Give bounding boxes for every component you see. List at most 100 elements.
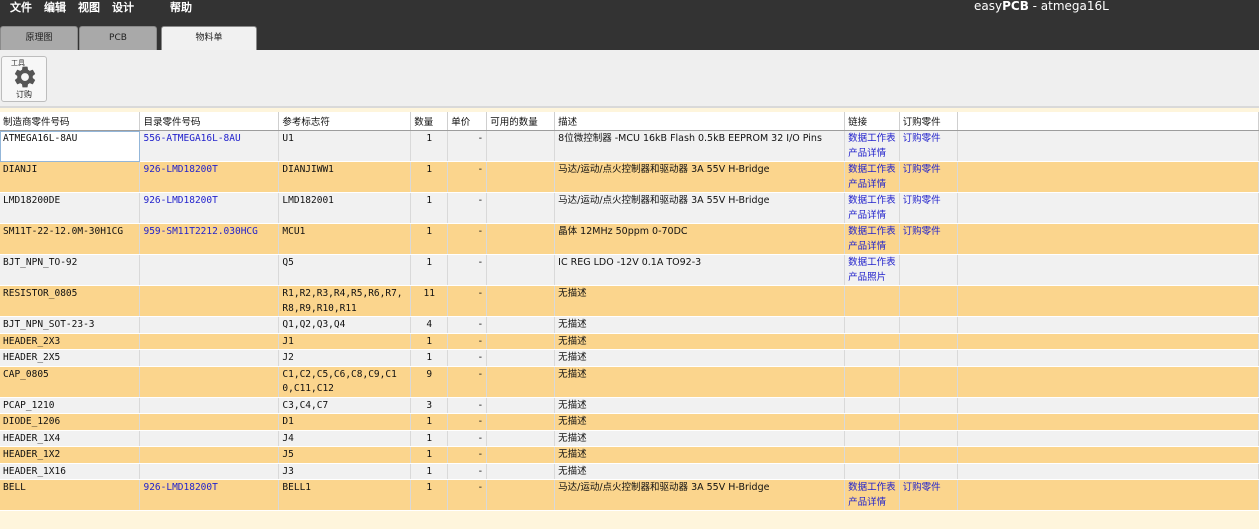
- table-row[interactable]: SM11T-22-12.0M-30H1CG 959-SM11T2212.030HC…: [0, 223, 1259, 255]
- catalog-part-link[interactable]: 556-ATMEGA16L-8AU: [143, 133, 240, 144]
- menu-edit[interactable]: 编辑: [38, 0, 72, 16]
- datasheet-link[interactable]: 数据工作表: [848, 256, 896, 271]
- toolbar: 工具 订购: [0, 50, 1259, 108]
- table-row[interactable]: HEADER_2X3 J1 1- 无描述: [0, 333, 1259, 350]
- column-header[interactable]: 订购零件: [899, 112, 958, 131]
- cell-manufacturer-part[interactable]: LMD18200DE: [0, 192, 141, 224]
- datasheet-link[interactable]: 数据工作表: [848, 481, 896, 496]
- table-row[interactable]: LMD18200DE 926-LMD18200T LMD182001 1- 马达/运动/…: [0, 192, 1259, 224]
- table-row[interactable]: ATMEGA16L-8AU 556-ATMEGA16L-8AU U1 1- 8位微控制器…: [0, 130, 1259, 162]
- cell-description: 无描述: [554, 349, 846, 367]
- cell-quantity: 1: [410, 161, 449, 193]
- tab-schematic[interactable]: 原理图: [0, 26, 78, 50]
- datasheet-link[interactable]: 数据工作表: [848, 225, 896, 240]
- cell-available-qty: [486, 285, 556, 317]
- table-row[interactable]: HEADER_1X16 J3 1- 无描述: [0, 463, 1259, 480]
- order-part-link[interactable]: 订购零件: [903, 195, 941, 206]
- cell-available-qty: [486, 479, 556, 511]
- cell-order-part: [899, 463, 958, 480]
- column-header[interactable]: 参考标志符: [278, 112, 412, 131]
- cell-manufacturer-part[interactable]: ATMEGA16L-8AU: [0, 130, 141, 162]
- tab-pcb[interactable]: PCB: [79, 26, 157, 50]
- cell-links: [844, 285, 900, 317]
- cell-description: 无描述: [554, 397, 846, 414]
- cell-manufacturer-part[interactable]: CAP_0805: [0, 366, 141, 398]
- cell-unit-price: -: [447, 333, 488, 350]
- cell-order-part: [899, 397, 958, 414]
- cell-description: 无描述: [554, 366, 846, 398]
- cell-manufacturer-part[interactable]: BELL: [0, 479, 141, 511]
- column-header[interactable]: 目录零件号码: [139, 112, 280, 131]
- datasheet-link[interactable]: 数据工作表: [848, 132, 896, 147]
- cell-description: 无描述: [554, 463, 846, 480]
- cell-manufacturer-part[interactable]: HEADER_2X5: [0, 349, 141, 367]
- cell-catalog-part: [139, 349, 280, 367]
- column-header[interactable]: 描述: [554, 112, 846, 131]
- column-header[interactable]: 可用的数量: [486, 112, 556, 131]
- cell-quantity: 1: [410, 254, 449, 286]
- cell-catalog-part: [139, 366, 280, 398]
- cell-reference-designator: J1: [278, 333, 412, 350]
- cell-catalog-part: [139, 463, 280, 480]
- cell-manufacturer-part[interactable]: DIANJI: [0, 161, 141, 193]
- tab-bom[interactable]: 物料单: [161, 26, 257, 50]
- column-header[interactable]: 链接: [844, 112, 900, 131]
- cell-available-qty: [486, 161, 556, 193]
- cell-manufacturer-part[interactable]: BJT_NPN_TO-92: [0, 254, 141, 286]
- cell-catalog-part: [139, 397, 280, 414]
- cell-manufacturer-part[interactable]: HEADER_2X3: [0, 333, 141, 350]
- table-row[interactable]: HEADER_1X4 J4 1- 无描述: [0, 430, 1259, 447]
- cell-manufacturer-part[interactable]: PCAP_1210: [0, 397, 141, 414]
- table-row[interactable]: HEADER_1X2 J5 1- 无描述: [0, 446, 1259, 464]
- catalog-part-link[interactable]: 926-LMD18200T: [143, 482, 217, 493]
- column-header[interactable]: 单价: [447, 112, 488, 131]
- cell-catalog-part: [139, 254, 280, 286]
- order-part-link[interactable]: 订购零件: [903, 133, 941, 144]
- table-row[interactable]: HEADER_2X5 J2 1- 无描述: [0, 349, 1259, 367]
- order-button[interactable]: 工具 订购: [1, 56, 47, 102]
- product-detail-link[interactable]: 产品详情: [848, 209, 896, 223]
- product-detail-link[interactable]: 产品详情: [848, 178, 896, 192]
- column-header[interactable]: 制造商零件号码: [0, 112, 141, 131]
- cell-catalog-part: 926-LMD18200T: [139, 479, 280, 511]
- cell-quantity: 1: [410, 479, 449, 511]
- menu-view[interactable]: 视图: [72, 0, 106, 16]
- cell-filler: [957, 254, 1259, 286]
- cell-manufacturer-part[interactable]: SM11T-22-12.0M-30H1CG: [0, 223, 141, 255]
- product-detail-link[interactable]: 产品详情: [848, 240, 896, 254]
- cell-description: 马达/运动/点火控制器和驱动器 3A 55V H-Bridge: [554, 479, 846, 511]
- menu-help[interactable]: 帮助: [164, 0, 198, 16]
- cell-description: 马达/运动/点火控制器和驱动器 3A 55V H-Bridge: [554, 161, 846, 193]
- product-detail-link[interactable]: 产品照片: [848, 271, 896, 285]
- catalog-part-link[interactable]: 926-LMD18200T: [143, 164, 217, 175]
- table-row[interactable]: CAP_0805 C1,C2,C5,C6,C8,C9,C10,C11,C12 9- 无…: [0, 366, 1259, 398]
- cell-manufacturer-part[interactable]: HEADER_1X16: [0, 463, 141, 480]
- catalog-part-link[interactable]: 959-SM11T2212.030HCG: [143, 226, 257, 237]
- table-row[interactable]: RESISTOR_0805 R1,R2,R3,R4,R5,R6,R7,R8,R9,…: [0, 285, 1259, 317]
- menu-design[interactable]: 设计: [106, 0, 164, 16]
- table-row[interactable]: DIODE_1206 D1 1- 无描述: [0, 413, 1259, 431]
- table-row[interactable]: DIANJI 926-LMD18200T DIANJIWW1 1- 马达/运动/点火控制…: [0, 161, 1259, 193]
- order-part-link[interactable]: 订购零件: [903, 164, 941, 175]
- cell-manufacturer-part[interactable]: HEADER_1X2: [0, 446, 141, 464]
- cell-links: [844, 333, 900, 350]
- product-detail-link[interactable]: 产品详情: [848, 496, 896, 510]
- datasheet-link[interactable]: 数据工作表: [848, 194, 896, 209]
- datasheet-link[interactable]: 数据工作表: [848, 163, 896, 178]
- order-part-link[interactable]: 订购零件: [903, 482, 941, 493]
- table-row[interactable]: BELL 926-LMD18200T BELL1 1- 马达/运动/点火控制器和驱动器 …: [0, 479, 1259, 511]
- catalog-part-link[interactable]: 926-LMD18200T: [143, 195, 217, 206]
- table-row[interactable]: PCAP_1210 C3,C4,C7 3- 无描述: [0, 397, 1259, 414]
- table-row[interactable]: BJT_NPN_TO-92 Q5 1- IC REG LDO -12V 0.1A TO…: [0, 254, 1259, 286]
- cell-catalog-part: 926-LMD18200T: [139, 161, 280, 193]
- order-part-link[interactable]: 订购零件: [903, 226, 941, 237]
- cell-filler: [957, 397, 1259, 414]
- cell-manufacturer-part[interactable]: RESISTOR_0805: [0, 285, 141, 317]
- cell-manufacturer-part[interactable]: HEADER_1X4: [0, 430, 141, 447]
- table-row[interactable]: BJT_NPN_SOT-23-3 Q1,Q2,Q3,Q4 4- 无描述: [0, 316, 1259, 334]
- cell-manufacturer-part[interactable]: DIODE_1206: [0, 413, 141, 431]
- column-header[interactable]: 数量: [410, 112, 449, 131]
- cell-manufacturer-part[interactable]: BJT_NPN_SOT-23-3: [0, 316, 141, 334]
- product-detail-link[interactable]: 产品详情: [848, 147, 896, 161]
- menu-file[interactable]: 文件: [0, 0, 38, 16]
